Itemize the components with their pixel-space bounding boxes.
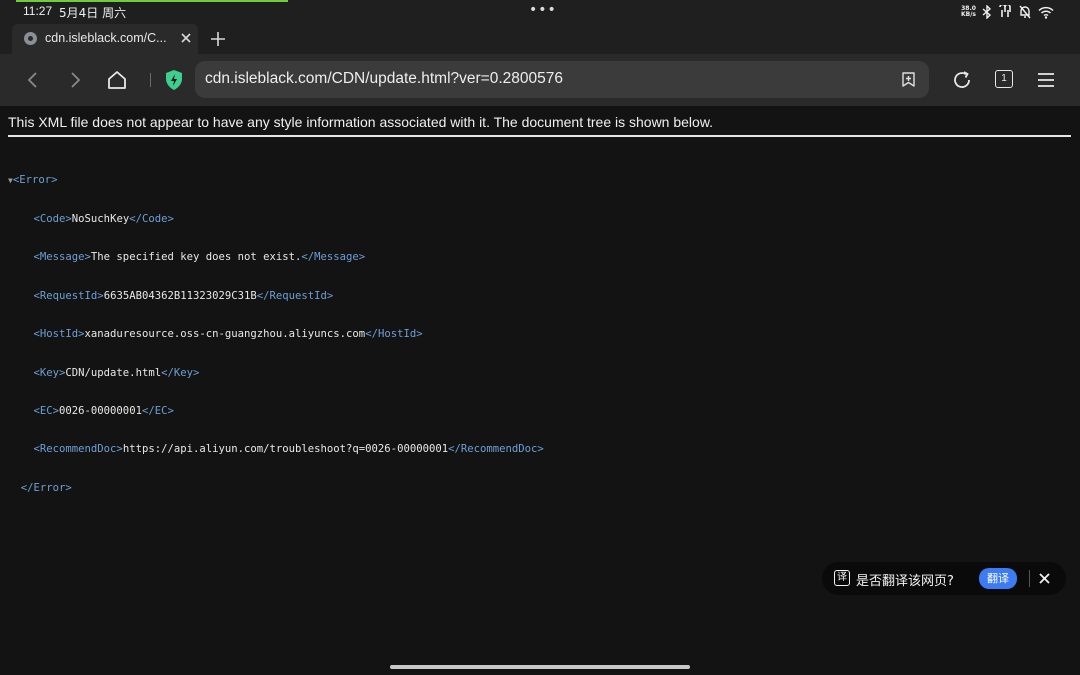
tab-close-icon[interactable] bbox=[179, 31, 193, 45]
security-shield-icon[interactable] bbox=[162, 68, 186, 92]
translate-divider bbox=[1029, 570, 1030, 587]
xml-node-recommenddoc: <RecommendDoc>https://api.aliyun.com/tro… bbox=[33, 443, 544, 456]
net-speed: 38.0 KB/s bbox=[961, 6, 976, 18]
status-date: 5月4日 周六 bbox=[59, 6, 127, 20]
translate-icon: 译 bbox=[834, 570, 850, 586]
bluetooth-icon bbox=[982, 5, 992, 19]
xml-node-requestid: <RequestId>6635AB04362B11323029C31B</Req… bbox=[33, 289, 334, 302]
status-time: 11:27 bbox=[23, 4, 53, 18]
wifi-icon bbox=[1038, 6, 1054, 19]
home-icon[interactable] bbox=[105, 68, 129, 92]
status-icons: 38.0 KB/s bbox=[961, 4, 1054, 20]
mute-icon bbox=[1018, 5, 1032, 19]
forward-arrow-icon[interactable] bbox=[63, 68, 87, 92]
address-bar[interactable]: cdn.isleblack.com/CDN/update.html?ver=0.… bbox=[195, 61, 929, 98]
new-tab-plus-icon[interactable] bbox=[208, 29, 228, 49]
status-bar: 11:27 5月4日 周六 ••• 38.0 KB/s bbox=[0, 0, 1080, 24]
xml-node-message: <Message>The specified key does not exis… bbox=[33, 251, 366, 264]
translate-button[interactable]: 翻译 bbox=[979, 568, 1017, 589]
tab-active[interactable]: cdn.isleblack.com/C... bbox=[12, 24, 198, 54]
net-speed-unit: KB/s bbox=[961, 11, 976, 18]
toolbar-separator bbox=[150, 73, 151, 87]
xml-root-open: ▼<Error> bbox=[8, 173, 58, 186]
xml-node-key: <Key>CDN/update.html</Key> bbox=[33, 366, 200, 379]
multitask-dots[interactable]: ••• bbox=[529, 2, 557, 18]
xml-node-code: <Code>NoSuchKey</Code> bbox=[33, 212, 174, 225]
back-arrow-icon[interactable] bbox=[21, 68, 45, 92]
xml-root-close: </Error> bbox=[20, 481, 72, 494]
translate-prompt: 译 是否翻译该网页? 翻译 bbox=[822, 562, 1066, 595]
url-text[interactable]: cdn.isleblack.com/CDN/update.html?ver=0.… bbox=[205, 70, 563, 88]
tab-strip: cdn.isleblack.com/C... bbox=[0, 24, 1080, 54]
xml-info-divider bbox=[8, 135, 1071, 137]
reload-icon[interactable] bbox=[950, 68, 974, 92]
menu-hamburger-icon[interactable] bbox=[1034, 68, 1058, 92]
xml-info-message: This XML file does not appear to have an… bbox=[8, 114, 714, 130]
close-icon[interactable] bbox=[1037, 571, 1052, 586]
translate-question: 是否翻译该网页? bbox=[856, 574, 954, 589]
tab-title: cdn.isleblack.com/C... bbox=[45, 31, 167, 45]
xml-node-hostid: <HostId>xanaduresource.oss-cn-guangzhou.… bbox=[33, 328, 423, 341]
home-indicator[interactable] bbox=[390, 665, 690, 669]
tab-count-button[interactable]: 1 bbox=[995, 70, 1013, 88]
browser-toolbar: cdn.isleblack.com/CDN/update.html?ver=0.… bbox=[0, 54, 1080, 106]
bookmark-add-icon[interactable] bbox=[900, 71, 917, 88]
xml-tree: ▼<Error> <Code>NoSuchKey</Code> <Message… bbox=[8, 148, 544, 520]
earbuds-icon bbox=[998, 5, 1012, 19]
globe-icon bbox=[24, 32, 37, 45]
xml-node-ec: <EC>0026-00000001</EC> bbox=[33, 404, 174, 417]
page-load-progress bbox=[16, 0, 288, 2]
